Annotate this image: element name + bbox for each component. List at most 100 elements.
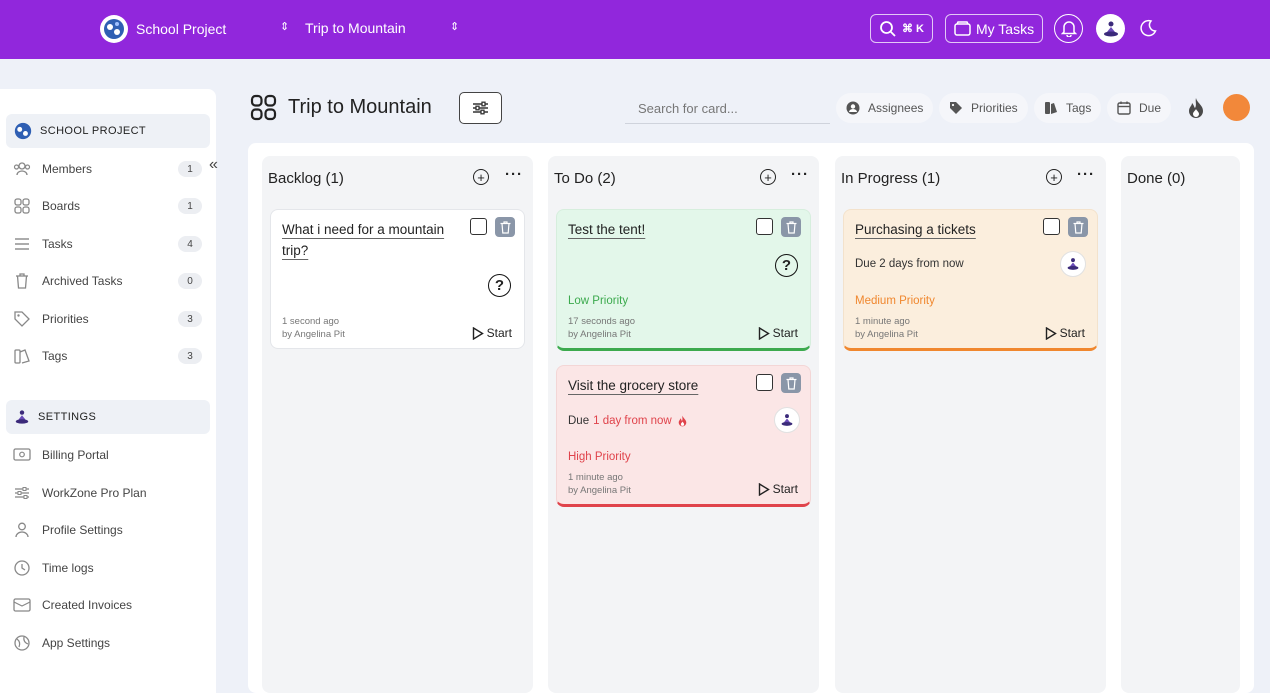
tasks-icon <box>12 235 32 253</box>
start-button[interactable]: Start <box>758 482 798 496</box>
sidebar-section-settings[interactable]: SETTINGS <box>6 400 210 434</box>
sidebar-item-pro-plan[interactable]: WorkZone Pro Plan <box>12 482 202 504</box>
user-circle-icon <box>846 101 860 115</box>
sidebar-item-members[interactable]: Members 1 <box>12 158 202 180</box>
card-author: by Angelina Pit <box>568 329 631 340</box>
task-card[interactable]: What i need for a mountain trip? ? 1 sec… <box>270 209 525 349</box>
column-title: In Progress (1) <box>841 170 941 187</box>
delete-card-button[interactable] <box>1068 217 1088 237</box>
sidebar-item-time-logs[interactable]: Time logs <box>12 557 202 579</box>
due-prefix: Due <box>568 415 590 427</box>
start-button[interactable]: Start <box>758 326 798 340</box>
start-button[interactable]: Start <box>1045 326 1085 340</box>
sidebar-item-label: Priorities <box>42 312 89 326</box>
delete-card-button[interactable] <box>781 217 801 237</box>
column-more-icon[interactable]: ··· <box>505 166 523 183</box>
workspace-chevron-icon[interactable]: ⇕ <box>280 20 289 33</box>
sidebar-item-priorities[interactable]: Priorities 3 <box>12 308 202 330</box>
column-title: To Do (2) <box>554 170 616 187</box>
delete-card-button[interactable] <box>495 217 515 237</box>
card-title[interactable]: Test the tent! <box>568 219 753 240</box>
add-card-icon[interactable]: + <box>760 169 776 185</box>
sidebar-item-label: Members <box>42 162 93 176</box>
card-checkbox[interactable] <box>1043 218 1060 235</box>
column-title: Backlog (1) <box>268 170 344 187</box>
card-title[interactable]: Purchasing a tickets <box>855 219 1040 240</box>
add-card-icon[interactable]: + <box>1046 169 1062 185</box>
board-switcher[interactable]: Trip to Mountain <box>305 20 406 36</box>
filter-due-button[interactable]: Due <box>1107 93 1172 123</box>
task-card[interactable]: Test the tent! ? Low Priority 17 seconds… <box>556 209 811 351</box>
card-time: 1 minute ago <box>568 472 623 483</box>
sidebar-item-label: Tags <box>42 349 68 363</box>
avatar-meditation-icon <box>781 414 793 426</box>
tag-icon <box>950 102 962 114</box>
dark-mode-toggle[interactable] <box>1139 19 1157 37</box>
sidebar-item-tags[interactable]: Tags 3 <box>12 345 202 367</box>
sidebar-item-app-settings[interactable]: App Settings <box>12 632 202 654</box>
card-search-input[interactable] <box>625 93 830 124</box>
count-badge: 4 <box>178 236 202 252</box>
delete-card-button[interactable] <box>781 373 801 393</box>
filter-assignees-label: Assignees <box>868 101 924 115</box>
column-more-icon[interactable]: ··· <box>1077 166 1095 183</box>
help-circle-icon: ? <box>488 274 511 297</box>
avatar-meditation-icon <box>1067 258 1079 270</box>
board-title: Trip to Mountain <box>288 96 432 118</box>
card-checkbox[interactable] <box>756 374 773 391</box>
card-author: by Angelina Pit <box>568 485 631 496</box>
collapse-sidebar-icon[interactable]: « <box>209 156 218 174</box>
column-more-icon[interactable]: ··· <box>791 166 809 183</box>
trash-icon <box>500 220 510 234</box>
start-label: Start <box>1059 326 1085 340</box>
sidebar-item-profile-settings[interactable]: Profile Settings <box>12 519 202 541</box>
workspace-switcher[interactable]: School Project <box>100 15 226 43</box>
start-label: Start <box>772 482 798 496</box>
task-card[interactable]: Purchasing a tickets Due 2 days from now… <box>843 209 1098 351</box>
assignee-avatar[interactable] <box>1060 251 1086 277</box>
sidebar-item-billing-portal[interactable]: Billing Portal <box>12 444 202 466</box>
user-icon <box>12 521 32 539</box>
add-card-icon[interactable]: + <box>473 169 489 185</box>
settings-avatar-icon <box>14 409 30 425</box>
top-bar: School Project ⇕ Trip to Mountain ⇕ ⌘ K … <box>0 0 1270 59</box>
search-shortcut-button[interactable]: ⌘ K <box>870 14 933 43</box>
sidebar-item-archived-tasks[interactable]: Archived Tasks 0 <box>12 270 202 292</box>
globe-icon <box>12 634 32 652</box>
filter-due-label: Due <box>1139 101 1162 115</box>
board-settings-button[interactable] <box>459 92 502 124</box>
card-checkbox[interactable] <box>470 218 487 235</box>
play-icon <box>1045 326 1057 340</box>
card-title[interactable]: What i need for a mountain trip? <box>282 219 467 261</box>
sidebar-item-label: Billing Portal <box>42 448 109 462</box>
board-chevron-icon[interactable]: ⇕ <box>450 20 459 33</box>
notifications-button[interactable] <box>1054 14 1083 43</box>
filter-priorities-button[interactable]: Priorities <box>939 93 1028 123</box>
my-tasks-button[interactable]: My Tasks <box>945 14 1044 43</box>
count-badge: 3 <box>178 348 202 364</box>
board-color-dot[interactable] <box>1223 94 1250 121</box>
card-time: 17 seconds ago <box>568 316 636 327</box>
assignee-avatar[interactable] <box>774 407 800 433</box>
start-button[interactable]: Start <box>472 326 512 340</box>
fire-filter-button[interactable] <box>1184 96 1208 120</box>
due-date: Due 2 days from now <box>855 258 964 270</box>
sidebar-item-boards[interactable]: Boards 1 <box>12 195 202 217</box>
inbox-icon <box>954 21 971 36</box>
filter-tags-button[interactable]: Tags <box>1034 93 1102 123</box>
sidebar-item-created-invoices[interactable]: Created Invoices <box>12 594 202 616</box>
sidebar-section-project[interactable]: SCHOOL PROJECT <box>6 114 210 148</box>
tags-icon <box>12 347 32 365</box>
bell-icon <box>1060 21 1077 37</box>
boards-icon <box>12 197 32 215</box>
card-checkbox[interactable] <box>756 218 773 235</box>
card-title[interactable]: Visit the grocery store <box>568 375 753 396</box>
tags-icon <box>1045 102 1057 114</box>
my-tasks-label: My Tasks <box>976 20 1035 37</box>
card-author: by Angelina Pit <box>855 329 918 340</box>
task-card[interactable]: Visit the grocery store Due 1 day from n… <box>556 365 811 507</box>
user-avatar[interactable] <box>1096 14 1125 43</box>
sidebar-item-tasks[interactable]: Tasks 4 <box>12 233 202 255</box>
filter-assignees-button[interactable]: Assignees <box>836 93 934 123</box>
count-badge: 0 <box>178 273 202 289</box>
